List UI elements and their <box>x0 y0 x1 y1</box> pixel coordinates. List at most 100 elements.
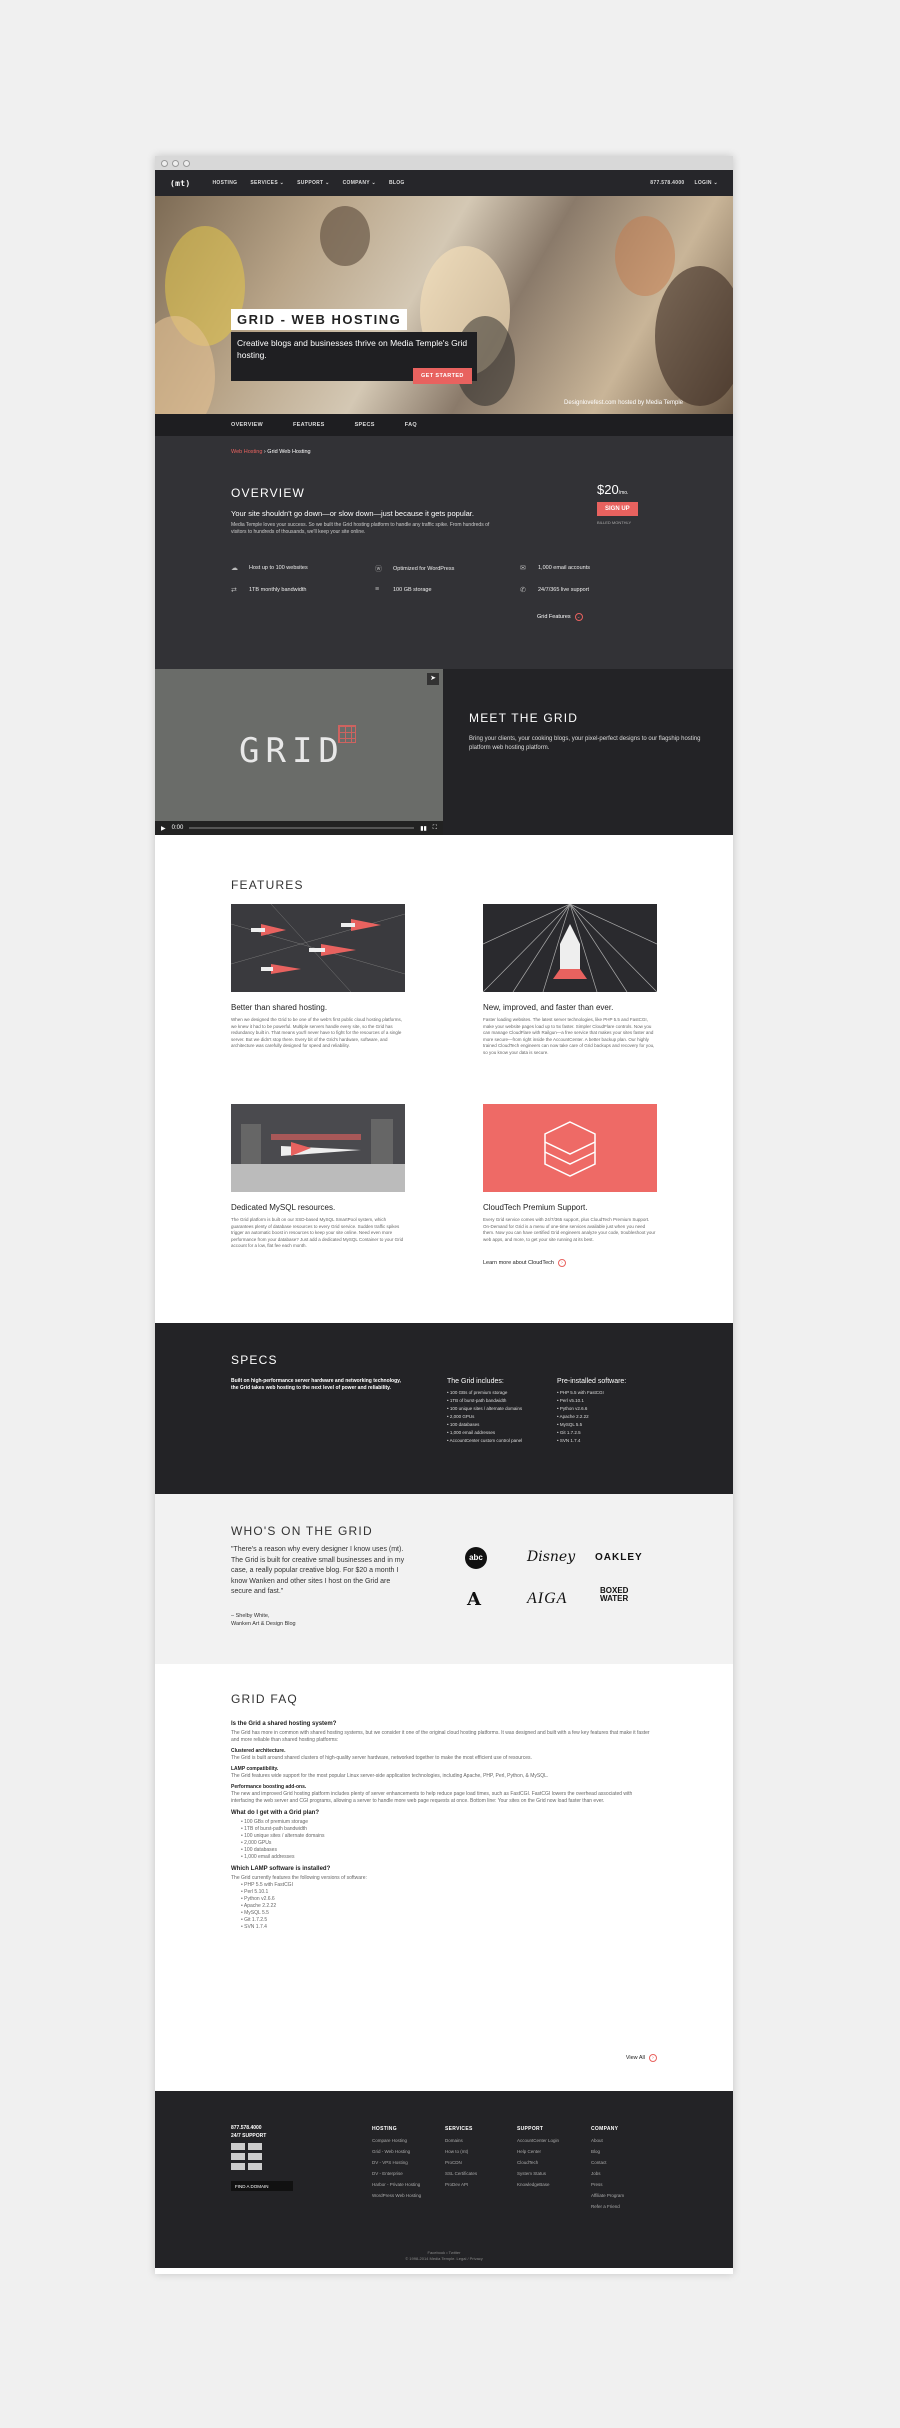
testimonial-quote: "There's a reason why every designer I k… <box>231 1546 405 1595</box>
feature-title: Better than shared hosting. <box>231 1003 328 1012</box>
footer-link[interactable]: Blog <box>591 2146 624 2157</box>
chevron-right-icon: › <box>557 1259 566 1267</box>
payment-badges <box>231 2143 262 2170</box>
share-icon[interactable]: ➤ <box>427 673 439 685</box>
bandwidth-icon: ⇄ <box>231 587 237 594</box>
price-period: /mo. <box>618 490 629 496</box>
footer-link[interactable]: Help Center <box>517 2146 559 2157</box>
faq-list-item: MySQL 5.5 <box>241 1910 655 1917</box>
hero-photo-credit[interactable]: Designlovefest.com hosted by Media Templ… <box>564 400 683 406</box>
subnav-features[interactable]: FEATURES <box>293 422 325 428</box>
breadcrumb-link-web-hosting[interactable]: Web Hosting <box>231 449 262 455</box>
footer-link[interactable]: KnowledgeBase <box>517 2179 559 2190</box>
footer-link[interactable]: SSL Certificates <box>445 2168 477 2179</box>
footer-link[interactable]: System Status <box>517 2168 559 2179</box>
footer-link[interactable]: DV - VPS Hosting <box>372 2157 421 2168</box>
footer-link[interactable]: CloudTech <box>517 2157 559 2168</box>
feature-wordpress: ⓦ Optimized for WordPress <box>375 564 454 574</box>
footer-link[interactable]: Compare Hosting <box>372 2135 421 2146</box>
view-all-faq-link[interactable]: View All › <box>626 2054 657 2062</box>
mail-icon: ✉ <box>520 565 526 572</box>
subnav-overview[interactable]: OVERVIEW <box>231 422 263 428</box>
footer-phone[interactable]: 877.578.4000 <box>231 2124 266 2132</box>
footer-link[interactable]: AccountCenter Login <box>517 2135 559 2146</box>
faq-list-item: Apache 2.2.22 <box>241 1903 655 1910</box>
footer-link[interactable]: Domains <box>445 2135 477 2146</box>
footer-link[interactable]: Jobs <box>591 2168 624 2179</box>
footer-link[interactable]: Affiliate Program <box>591 2190 624 2201</box>
phone-number[interactable]: 877.578.4000 <box>650 180 684 186</box>
login-link[interactable]: LOGIN ⌄ <box>694 180 718 186</box>
software-item: MySQL 5.5 <box>557 1421 626 1429</box>
footer-link[interactable]: Press <box>591 2179 624 2190</box>
cloud-icon: ☁ <box>231 565 238 572</box>
footer-link[interactable]: ProDev API <box>445 2179 477 2190</box>
nav-link-support[interactable]: SUPPORT ⌄ <box>297 180 329 186</box>
nav-link-blog[interactable]: BLOG <box>389 180 405 186</box>
find-domain-input[interactable]: FIND A DOMAIN <box>231 2181 293 2191</box>
footer-link[interactable]: About <box>591 2135 624 2146</box>
section-navigation: OVERVIEW FEATURES SPECS FAQ <box>155 414 733 436</box>
faq-list-item: 100 GBs of premium storage <box>241 1819 655 1826</box>
specs-title: SPECS <box>231 1353 278 1367</box>
nav-link-hosting[interactable]: HOSTING <box>212 180 237 186</box>
fullscreen-icon[interactable]: ⛶ <box>433 825 437 832</box>
grid-logo-icon <box>338 725 356 743</box>
window-dot[interactable] <box>172 159 179 167</box>
footer-link[interactable]: Grid - Web Hosting <box>372 2146 421 2157</box>
faq-bullet-text: The new and improved Grid hosting platfo… <box>231 1791 633 1804</box>
footer-link[interactable]: Refer a Friend <box>591 2201 624 2212</box>
software-item: Perl v5.10.1 <box>557 1397 626 1405</box>
cloudtech-learn-more-link[interactable]: Learn more about CloudTech › <box>483 1259 566 1267</box>
footer-link[interactable]: Harbor - Private Hosting <box>372 2179 421 2190</box>
faq-bullet-title: Performance boosting add-ons. <box>231 1784 307 1790</box>
hero-title: GRID - WEB HOSTING <box>231 309 408 330</box>
abc-logo: abc <box>465 1547 487 1569</box>
video-player[interactable]: ➤ GRID ▶ 0:00 ▮▮ ⛶ <box>155 669 443 835</box>
footer-link[interactable]: DV - Enterprise <box>372 2168 421 2179</box>
speed-rocket-illustration <box>483 904 657 992</box>
volume-icon[interactable]: ▮▮ <box>420 825 427 832</box>
faq-list-item: PHP 5.5 with FastCGI <box>241 1882 655 1889</box>
features-title: FEATURES <box>231 878 304 892</box>
footer-link[interactable]: WordPress Web Hosting <box>372 2190 421 2201</box>
footer-link[interactable]: Contact <box>591 2157 624 2168</box>
subnav-faq[interactable]: FAQ <box>405 422 417 428</box>
adobe-logo: A <box>467 1589 481 1610</box>
play-icon[interactable]: ▶ <box>161 825 166 832</box>
subnav-specs[interactable]: SPECS <box>355 422 375 428</box>
faq-bullet-title: Clustered architecture. <box>231 1748 286 1754</box>
spec-item: 2,000 GPUs <box>447 1413 522 1421</box>
nav-link-services[interactable]: SERVICES ⌄ <box>250 180 284 186</box>
faq-list-item: 100 databases <box>241 1847 655 1854</box>
learn-more-label: Learn more about CloudTech <box>483 1260 554 1266</box>
testimonial-author: – Shelby White, Wanken Art & Design Blog <box>231 1612 296 1628</box>
feature-support: ✆ 24/7/365 live support <box>520 586 589 594</box>
software-title: Pre-installed software: <box>557 1378 627 1385</box>
video-progress-bar[interactable] <box>189 827 415 829</box>
window-dot[interactable] <box>161 159 168 167</box>
spec-item: 100 unique sites / alternate domains <box>447 1405 522 1413</box>
software-item: SVN 1.7.4 <box>557 1437 626 1445</box>
hero-banner: GRID - WEB HOSTING Creative blogs and bu… <box>155 196 733 414</box>
sign-up-button[interactable]: SIGN UP <box>597 502 638 516</box>
footer-link[interactable]: ProCDN <box>445 2157 477 2168</box>
nav-link-company[interactable]: COMPANY ⌄ <box>343 180 376 186</box>
get-started-button[interactable]: GET STARTED <box>413 368 472 384</box>
faq-content: Is the Grid a shared hosting system? The… <box>231 1716 655 1931</box>
footer-link[interactable]: How to (mt) <box>445 2146 477 2157</box>
paypal-icon <box>231 2163 245 2170</box>
top-navigation: (mt) HOSTING SERVICES ⌄ SUPPORT ⌄ COMPAN… <box>155 170 733 196</box>
software-item: PHP 5.5 with FastCGI <box>557 1389 626 1397</box>
spec-item: 100 GBs of premium storage <box>447 1389 522 1397</box>
grid-features-link[interactable]: Grid Features ⌄ <box>537 613 583 621</box>
feature-body: The Grid platform is built on our SSD-ba… <box>231 1217 404 1248</box>
window-dot[interactable] <box>183 159 190 167</box>
feature-body: Every Grid service comes with 24/7/365 s… <box>483 1217 656 1242</box>
feature-label: 100 GB storage <box>393 586 432 593</box>
breadcrumb-separator: › <box>263 449 266 455</box>
price: $20/mo. <box>597 482 628 497</box>
meet-description: Bring your clients, your cooking blogs, … <box>469 736 701 751</box>
mt-logo[interactable]: (mt) <box>170 179 190 188</box>
grid-includes-list: The Grid includes: 100 GBs of premium st… <box>447 1378 522 1445</box>
